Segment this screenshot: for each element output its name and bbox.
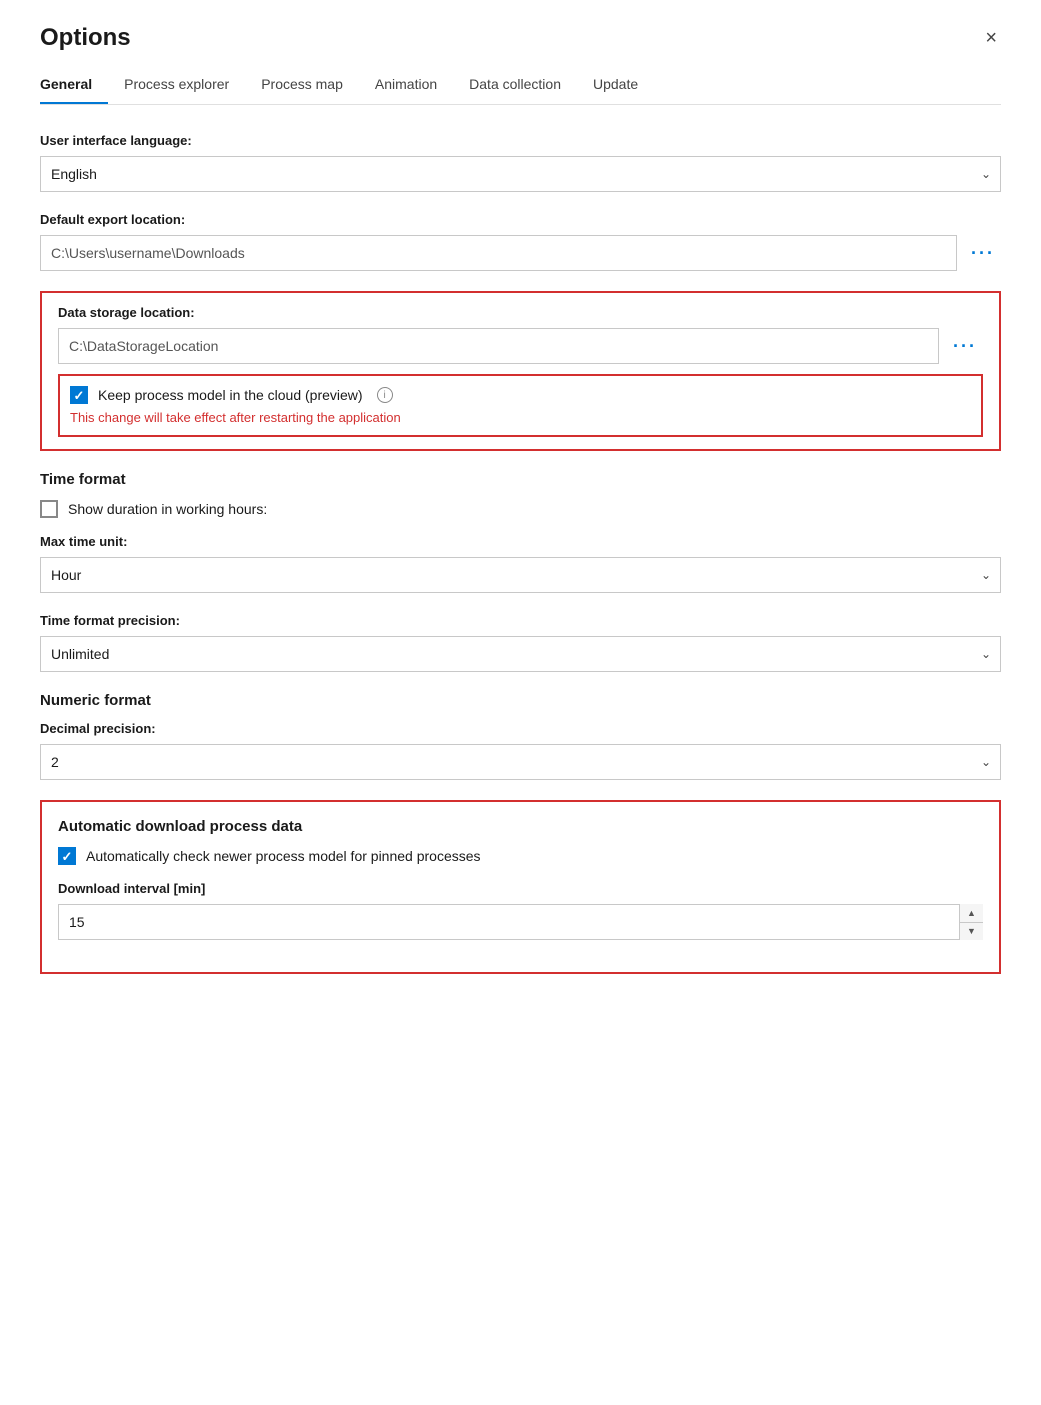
default-export-group: Default export location: ··· — [40, 212, 1001, 271]
keep-cloud-info-icon[interactable]: i — [377, 387, 393, 403]
keep-cloud-label: Keep process model in the cloud (preview… — [98, 387, 363, 403]
ui-language-group: User interface language: English German … — [40, 133, 1001, 192]
download-interval-group: Download interval [min] ▲ ▼ — [58, 881, 983, 940]
close-button[interactable]: × — [981, 24, 1001, 52]
download-interval-arrows: ▲ ▼ — [959, 904, 983, 940]
tab-process-explorer[interactable]: Process explorer — [124, 68, 245, 104]
numeric-format-section: Numeric format Decimal precision: 0 1 2 … — [40, 692, 1001, 780]
data-storage-section: Data storage location: ··· ✓ Keep proces… — [40, 291, 1001, 451]
data-storage-label: Data storage location: — [58, 305, 983, 320]
max-time-unit-label: Max time unit: — [40, 534, 1001, 549]
time-precision-select[interactable]: Unlimited 1 decimal 2 decimals — [40, 636, 1001, 672]
tab-update[interactable]: Update — [593, 68, 654, 104]
keep-cloud-warning: This change will take effect after resta… — [70, 410, 971, 425]
auto-check-label: Automatically check newer process model … — [86, 848, 481, 864]
decimal-precision-select[interactable]: 0 1 2 3 4 — [40, 744, 1001, 780]
data-storage-row: ··· — [58, 328, 983, 364]
decimal-precision-label: Decimal precision: — [40, 721, 1001, 736]
max-time-unit-group: Max time unit: Hour Day Week Month ⌄ — [40, 534, 1001, 593]
keep-cloud-row: ✓ Keep process model in the cloud (previ… — [70, 386, 971, 404]
decimal-precision-select-wrapper: 0 1 2 3 4 ⌄ — [40, 744, 1001, 780]
auto-download-header: Automatic download process data — [58, 818, 983, 835]
default-export-label: Default export location: — [40, 212, 1001, 227]
max-time-unit-select[interactable]: Hour Day Week Month — [40, 557, 1001, 593]
data-storage-input[interactable] — [58, 328, 939, 364]
numeric-format-header: Numeric format — [40, 692, 1001, 709]
tab-data-collection[interactable]: Data collection — [469, 68, 577, 104]
ui-language-select-wrapper: English German French Spanish ⌄ — [40, 156, 1001, 192]
time-format-header: Time format — [40, 471, 1001, 488]
tab-process-map[interactable]: Process map — [261, 68, 359, 104]
time-format-section: Time format Show duration in working hou… — [40, 471, 1001, 672]
time-precision-select-wrapper: Unlimited 1 decimal 2 decimals ⌄ — [40, 636, 1001, 672]
options-dialog: Options × General Process explorer Proce… — [0, 0, 1041, 1405]
auto-check-checkbox[interactable]: ✓ — [58, 847, 76, 865]
show-duration-checkbox[interactable] — [40, 500, 58, 518]
download-interval-down-arrow[interactable]: ▼ — [960, 923, 983, 941]
tabs-bar: General Process explorer Process map Ani… — [40, 68, 1001, 105]
keep-cloud-checkbox[interactable]: ✓ — [70, 386, 88, 404]
default-export-input[interactable] — [40, 235, 957, 271]
download-interval-spinbox-wrapper: ▲ ▼ — [58, 904, 983, 940]
ui-language-label: User interface language: — [40, 133, 1001, 148]
keep-cloud-checkmark: ✓ — [74, 389, 85, 402]
download-interval-up-arrow[interactable]: ▲ — [960, 904, 983, 923]
dialog-header: Options × — [40, 24, 1001, 52]
time-precision-group: Time format precision: Unlimited 1 decim… — [40, 613, 1001, 672]
max-time-unit-select-wrapper: Hour Day Week Month ⌄ — [40, 557, 1001, 593]
tab-general[interactable]: General — [40, 68, 108, 104]
ui-language-select[interactable]: English German French Spanish — [40, 156, 1001, 192]
auto-check-checkmark: ✓ — [62, 850, 73, 863]
download-interval-input[interactable] — [58, 904, 983, 940]
time-precision-label: Time format precision: — [40, 613, 1001, 628]
auto-check-row: ✓ Automatically check newer process mode… — [58, 847, 983, 865]
default-export-browse-button[interactable]: ··· — [965, 240, 1001, 266]
dialog-title: Options — [40, 24, 131, 52]
tab-animation[interactable]: Animation — [375, 68, 453, 104]
keep-cloud-section: ✓ Keep process model in the cloud (previ… — [58, 374, 983, 437]
data-storage-browse-button[interactable]: ··· — [947, 333, 983, 359]
show-duration-label: Show duration in working hours: — [68, 501, 267, 517]
download-interval-label: Download interval [min] — [58, 881, 983, 896]
default-export-row: ··· — [40, 235, 1001, 271]
auto-download-section: Automatic download process data ✓ Automa… — [40, 800, 1001, 974]
decimal-precision-group: Decimal precision: 0 1 2 3 4 ⌄ — [40, 721, 1001, 780]
show-duration-row: Show duration in working hours: — [40, 500, 1001, 518]
